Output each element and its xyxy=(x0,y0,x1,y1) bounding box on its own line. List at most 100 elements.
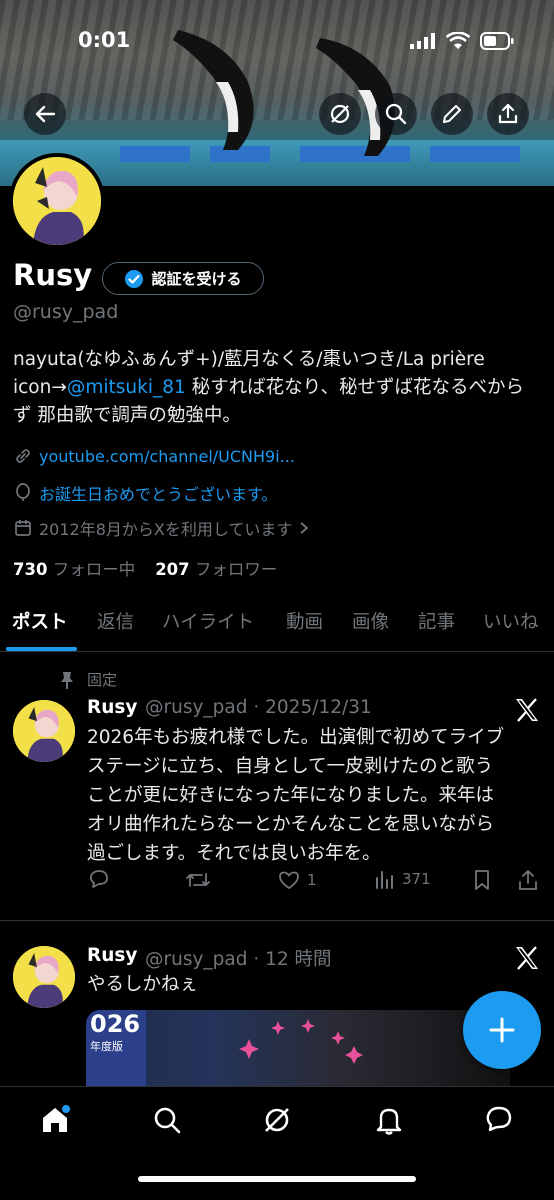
profile-name: Rusy xyxy=(13,258,93,292)
get-verified-label: 認証を受ける xyxy=(151,270,242,288)
tab-likes[interactable]: いいね xyxy=(483,608,539,634)
image-text: 年度版 xyxy=(90,1040,123,1053)
home-indicator xyxy=(138,1176,416,1182)
tab-posts[interactable]: ポスト xyxy=(12,608,68,634)
post-author-name[interactable]: Rusy xyxy=(87,697,138,718)
bio-mention-link[interactable]: @mitsuki_81 xyxy=(67,377,186,398)
post-text-line: オリ曲作れたらなーとかそんなことを思いながら xyxy=(87,814,495,835)
sparkle-decoration xyxy=(239,1019,363,1064)
repost-button[interactable] xyxy=(185,868,211,892)
search-icon xyxy=(385,103,407,125)
home-icon xyxy=(43,1105,70,1132)
tab-replies[interactable]: 返信 xyxy=(97,608,134,634)
like-button[interactable]: 1 xyxy=(277,868,317,892)
tab-highlights[interactable]: ハイライト xyxy=(162,608,254,634)
post-text-line: ステージに立ち、自身として一皮剥けたのと歌う xyxy=(87,756,494,777)
tab-images[interactable]: 画像 xyxy=(352,608,389,634)
pinned-label: 固定 xyxy=(87,671,118,689)
active-tab-indicator xyxy=(6,647,77,651)
search-button[interactable] xyxy=(375,93,417,135)
tab-articles[interactable]: 記事 xyxy=(418,608,455,634)
share-icon xyxy=(498,103,518,124)
battery-icon xyxy=(480,32,514,50)
x-logo-icon[interactable] xyxy=(514,698,540,722)
profile-bio: nayuta(なゆふぁんず+)/藍月なくる/棗いつき/La prière ico… xyxy=(13,346,543,430)
post-text-line: 過ごします。それでは良いお年を。 xyxy=(87,843,381,864)
profile-handle: @rusy_pad xyxy=(13,301,119,323)
following-label: フォロー中 xyxy=(52,560,136,579)
get-verified-button[interactable]: 認証を受ける xyxy=(102,262,264,295)
heart-icon xyxy=(279,871,299,890)
profile-website[interactable]: youtube.com/channel/UCNH9i... xyxy=(13,446,295,466)
status-icons xyxy=(410,32,514,50)
post-handle-date: @rusy_pad · 2025/12/31 xyxy=(145,697,372,718)
following-link[interactable]: 730 フォロー中 xyxy=(13,556,135,580)
nav-messages[interactable] xyxy=(482,1103,516,1137)
website-link[interactable]: youtube.com/channel/UCNH9i... xyxy=(39,447,295,466)
post-text: やるしかねぇ xyxy=(87,974,199,995)
orca-image xyxy=(173,30,254,150)
pin-icon xyxy=(61,672,73,689)
search-icon xyxy=(154,1107,181,1134)
post-handle-date: @rusy_pad · 12 時間 xyxy=(145,949,332,970)
avatar-illustration xyxy=(13,157,101,245)
post-text: 2026年もお疲れ様でした。出演側で初めてライブ ステージに立ち、自身として一皮… xyxy=(87,723,542,868)
views-icon xyxy=(376,871,393,889)
share-icon xyxy=(519,870,537,890)
post-avatar[interactable] xyxy=(13,946,75,1008)
birthday-text: お誕生日おめでとうございます。 xyxy=(39,485,278,504)
repost-icon xyxy=(186,873,210,887)
bookmark-icon xyxy=(475,870,489,890)
profile-avatar[interactable] xyxy=(9,153,105,249)
nav-grok[interactable] xyxy=(260,1103,294,1137)
views-button[interactable]: 371 xyxy=(374,868,431,890)
avatar-art xyxy=(13,946,75,1008)
post-image[interactable]: 026 年度版 xyxy=(86,1010,510,1088)
verified-badge-icon xyxy=(125,269,144,288)
share-post-button[interactable] xyxy=(517,868,539,892)
followers-link[interactable]: 207 フォロワー xyxy=(155,556,277,580)
post-author-name[interactable]: Rusy xyxy=(87,945,138,966)
joined-text: 2012年8月からXを利用しています xyxy=(39,520,293,539)
profile-joined[interactable]: 2012年8月からXを利用しています xyxy=(13,516,310,540)
image-text: 026 xyxy=(90,1010,141,1038)
bookmark-button[interactable] xyxy=(471,868,493,892)
plus-icon xyxy=(489,1017,515,1043)
post-divider xyxy=(0,920,554,921)
profile-tabs: ポスト 返信 ハイライト 動画 画像 記事 いいね xyxy=(0,600,554,652)
tab-videos[interactable]: 動画 xyxy=(286,608,323,634)
balloon-icon xyxy=(16,483,30,501)
bio-text: 秘すれば花なり、秘せずば花なるべから xyxy=(185,377,524,398)
pencil-icon xyxy=(442,104,462,124)
bio-text: icon→ xyxy=(13,377,67,398)
avatar-art xyxy=(13,700,75,762)
like-count: 1 xyxy=(307,871,317,889)
view-count: 371 xyxy=(402,870,431,888)
bio-line: icon→@mitsuki_81 秘すれば花なり、秘せずば花なるべから xyxy=(13,374,543,402)
x-logo-icon[interactable] xyxy=(514,946,540,970)
share-button[interactable] xyxy=(487,93,529,135)
reply-icon xyxy=(89,870,108,888)
grok-button[interactable] xyxy=(319,93,361,135)
wifi-icon xyxy=(446,32,470,49)
nav-home[interactable] xyxy=(38,1103,72,1137)
nav-notifications[interactable] xyxy=(372,1103,406,1137)
follow-stats: 730 フォロー中 207 フォロワー xyxy=(13,556,277,580)
bio-line: ず 那由歌で調声の勉強中。 xyxy=(13,405,241,426)
bottom-nav xyxy=(0,1086,554,1200)
edit-button[interactable] xyxy=(431,93,473,135)
reply-button[interactable] xyxy=(87,868,111,892)
followers-label: フォロワー xyxy=(194,560,278,579)
post-actions: 1 371 xyxy=(87,868,542,896)
bio-line: nayuta(なゆふぁんず+)/藍月なくる/棗いつき/La prière xyxy=(13,349,485,370)
chevron-right-icon xyxy=(300,522,309,534)
calendar-icon xyxy=(15,520,31,536)
back-button[interactable] xyxy=(24,93,66,135)
compose-post-button[interactable] xyxy=(463,991,541,1069)
nav-explore[interactable] xyxy=(150,1103,184,1137)
chat-bubble-icon xyxy=(486,1106,512,1132)
link-icon xyxy=(16,449,30,463)
followers-count: 207 xyxy=(155,560,190,579)
post-text-line: 2026年もお疲れ様でした。出演側で初めてライブ xyxy=(87,727,505,748)
post-avatar[interactable] xyxy=(13,700,75,762)
